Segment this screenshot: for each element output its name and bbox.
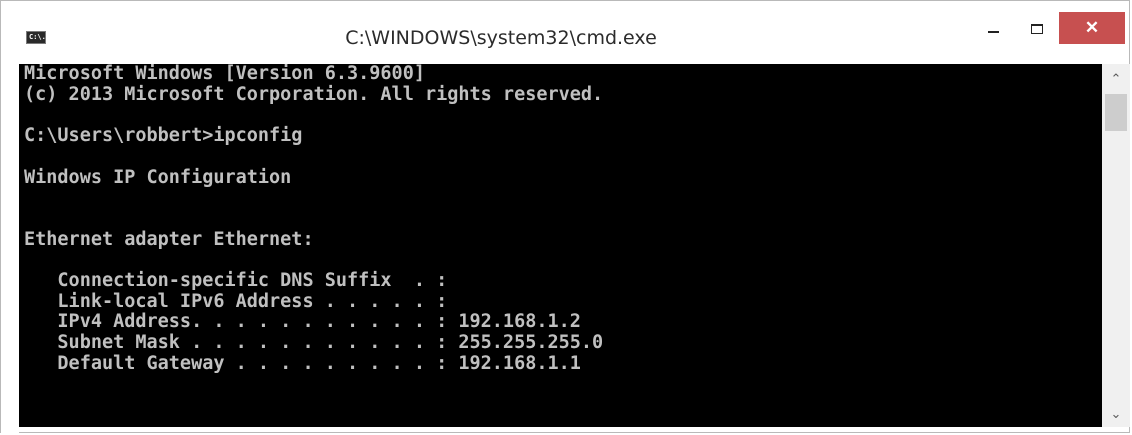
console-line: Windows IP Configuration [24,166,292,188]
maximize-icon [1031,24,1043,34]
minimize-button[interactable] [975,15,1011,43]
maximize-button[interactable] [1019,15,1055,43]
console-output-area[interactable]: Microsoft Windows [Version 6.3.9600] (c)… [19,64,1102,427]
console-line: Link-local IPv6 Address . . . . . : [24,290,448,312]
console-line: Default Gateway . . . . . . . . . : 192.… [24,352,581,374]
chevron-down-icon: ⌄ [1110,406,1122,422]
chevron-up-icon: ⌃ [1110,71,1122,87]
window-left-border [1,63,19,434]
close-icon: ✕ [1084,18,1100,37]
console-line: IPv4 Address. . . . . . . . . . . : 192.… [24,311,581,333]
scroll-up-button[interactable]: ⌃ [1102,68,1130,90]
scroll-thumb[interactable] [1105,94,1127,131]
console-line: Connection-specific DNS Suffix . : [24,270,448,292]
title-bar[interactable]: C:\. C:\WINDOWS\system32\cmd.exe ✕ [1,1,1129,63]
console-line: Microsoft Windows [Version 6.3.9600] [24,64,425,84]
minimize-icon [987,31,999,33]
window-title: C:\WINDOWS\system32\cmd.exe [345,27,657,49]
vertical-scrollbar[interactable]: ⌃ ⌄ [1102,64,1130,427]
close-button[interactable]: ✕ [1059,12,1125,44]
console-line: Subnet Mask . . . . . . . . . . . : 255.… [24,332,604,354]
console-line: C:\Users\robbert>ipconfig [24,125,303,147]
scroll-down-button[interactable]: ⌄ [1102,403,1130,425]
console-line: (c) 2013 Microsoft Corporation. All righ… [24,83,604,105]
cmd-window: C:\. C:\WINDOWS\system32\cmd.exe ✕ Micro… [0,0,1130,434]
console-line: Ethernet adapter Ethernet: [24,228,314,250]
console-text: Microsoft Windows [Version 6.3.9600] (c)… [19,64,1102,375]
